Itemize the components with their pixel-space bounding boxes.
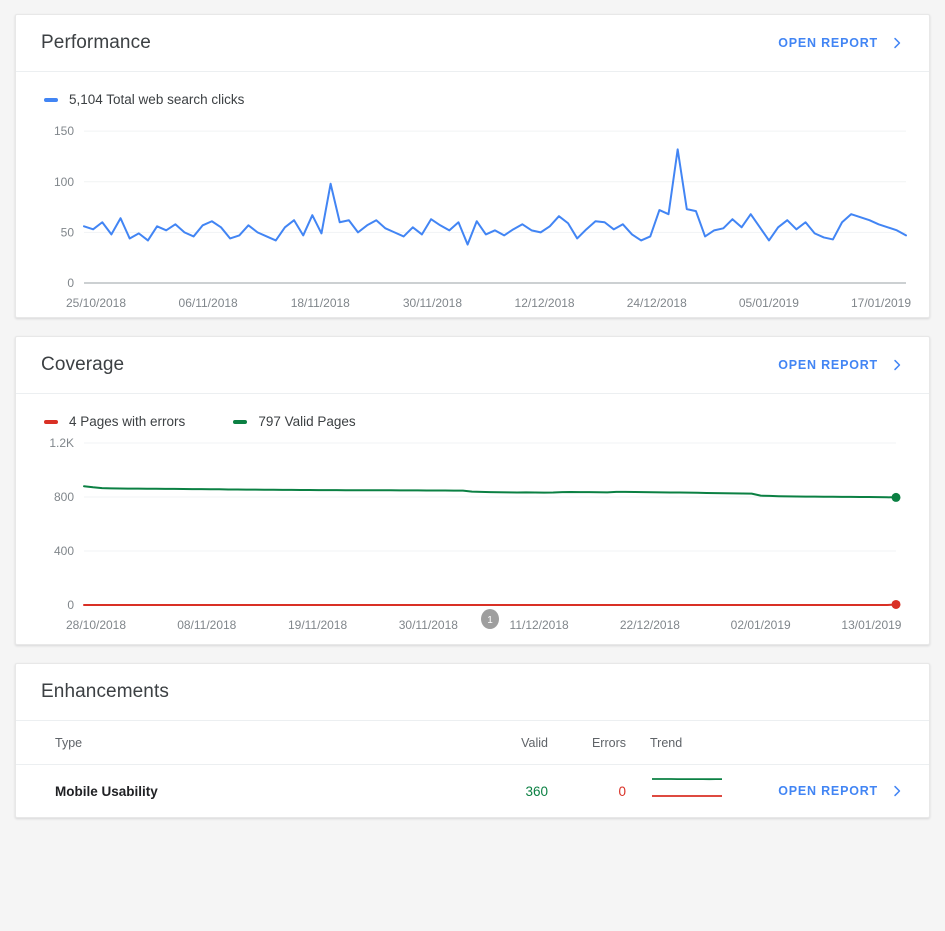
column-header-trend: Trend [650, 735, 683, 750]
svg-text:0: 0 [67, 598, 74, 612]
performance-card-header: Performance OPEN REPORT [16, 15, 929, 72]
performance-open-report-label: OPEN REPORT [778, 36, 878, 50]
coverage-chart[interactable]: 0 400 800 1.2K 28/10/2018 08/11/2018 19/11/201… [16, 429, 929, 644]
svg-text:800: 800 [54, 490, 74, 504]
svg-text:150: 150 [54, 124, 74, 138]
svg-text:22/12/2018: 22/12/2018 [620, 618, 680, 632]
svg-text:100: 100 [54, 175, 74, 189]
svg-text:400: 400 [54, 544, 74, 558]
trend-sparkline-svg [652, 777, 722, 797]
chevron-right-icon [890, 784, 904, 798]
column-header-errors: Errors [591, 735, 626, 750]
row-errors-count: 0 [618, 783, 626, 799]
legend-item-valid[interactable]: 797 Valid Pages [233, 414, 356, 429]
svg-text:06/11/2018: 06/11/2018 [179, 296, 238, 310]
legend-label-errors: 4 Pages with errors [69, 414, 186, 429]
page-title-performance: Performance [41, 32, 151, 53]
chevron-right-icon [890, 36, 904, 50]
svg-text:1.2K: 1.2K [49, 436, 74, 450]
page-title-coverage: Coverage [41, 354, 125, 375]
column-header-type: Type [55, 735, 83, 750]
svg-text:28/10/2018: 28/10/2018 [66, 618, 126, 632]
row-action-cell: OPEN REPORT [756, 784, 904, 798]
svg-text:11/12/2018: 11/12/2018 [510, 618, 569, 632]
enhancements-table: Type Valid Errors Trend Mobile Usability… [16, 721, 929, 817]
coverage-open-report-link[interactable]: OPEN REPORT [778, 358, 904, 372]
legend-label-valid: 797 Valid Pages [258, 414, 356, 429]
svg-text:17/01/2019: 17/01/2019 [851, 296, 911, 310]
enhancements-card: Enhancements Type Valid Errors Trend Mob… [15, 663, 930, 818]
svg-text:05/01/2019: 05/01/2019 [739, 296, 799, 310]
performance-card: Performance OPEN REPORT 5,104 Total web … [15, 14, 930, 318]
line-swatch-icon [44, 97, 58, 102]
coverage-card: Coverage OPEN REPORT 4 Pages with errors… [15, 336, 930, 645]
line-swatch-icon [233, 419, 248, 424]
chevron-right-icon [890, 358, 904, 372]
coverage-chart-svg: 0 400 800 1.2K 28/10/2018 08/11/2018 19/11/201… [49, 436, 902, 632]
mobile-usability-open-report-link[interactable]: OPEN REPORT [778, 784, 904, 798]
legend-item-errors[interactable]: 4 Pages with errors [44, 414, 185, 429]
svg-text:13/01/2019: 13/01/2019 [841, 618, 901, 632]
svg-text:30/11/2018: 30/11/2018 [399, 618, 458, 632]
svg-text:18/11/2018: 18/11/2018 [291, 296, 350, 310]
svg-text:0: 0 [67, 276, 74, 290]
performance-chart-svg: 0 50 100 150 25/10/2018 06/11/2018 18/11/2018 3… [54, 124, 911, 310]
coverage-card-header: Coverage OPEN REPORT [16, 337, 929, 394]
performance-open-report-link[interactable]: OPEN REPORT [778, 36, 904, 50]
coverage-open-report-label: OPEN REPORT [778, 358, 878, 372]
column-header-valid: Valid [521, 735, 548, 750]
table-row[interactable]: Mobile Usability 360 0 OPEN REPORT [16, 765, 929, 817]
coverage-legend: 4 Pages with errors 797 Valid Pages [16, 394, 929, 429]
line-swatch-icon [44, 419, 58, 424]
page-title-enhancements: Enhancements [41, 681, 169, 702]
row-type-label: Mobile Usability [55, 783, 158, 799]
legend-item-clicks[interactable]: 5,104 Total web search clicks [44, 92, 244, 107]
svg-text:12/12/2018: 12/12/2018 [515, 296, 575, 310]
svg-text:02/01/2019: 02/01/2019 [731, 618, 791, 632]
performance-legend: 5,104 Total web search clicks [16, 72, 929, 107]
svg-text:1: 1 [487, 615, 493, 626]
svg-text:50: 50 [61, 225, 75, 239]
legend-label-clicks: 5,104 Total web search clicks [69, 92, 245, 107]
dashboard-page: Performance OPEN REPORT 5,104 Total web … [0, 0, 945, 931]
svg-text:08/11/2018: 08/11/2018 [177, 618, 236, 632]
enhancements-table-header: Type Valid Errors Trend [16, 721, 929, 765]
svg-text:24/12/2018: 24/12/2018 [627, 296, 687, 310]
enhancements-card-header: Enhancements [16, 664, 929, 721]
row-open-report-label: OPEN REPORT [778, 784, 878, 798]
row-trend-sparkline [626, 775, 756, 808]
row-valid-count: 360 [525, 783, 548, 799]
svg-text:19/11/2018: 19/11/2018 [288, 618, 347, 632]
svg-text:30/11/2018: 30/11/2018 [403, 296, 462, 310]
performance-chart[interactable]: 0 50 100 150 25/10/2018 06/11/2018 18/11/2018 3… [16, 107, 929, 317]
svg-text:25/10/2018: 25/10/2018 [66, 296, 126, 310]
